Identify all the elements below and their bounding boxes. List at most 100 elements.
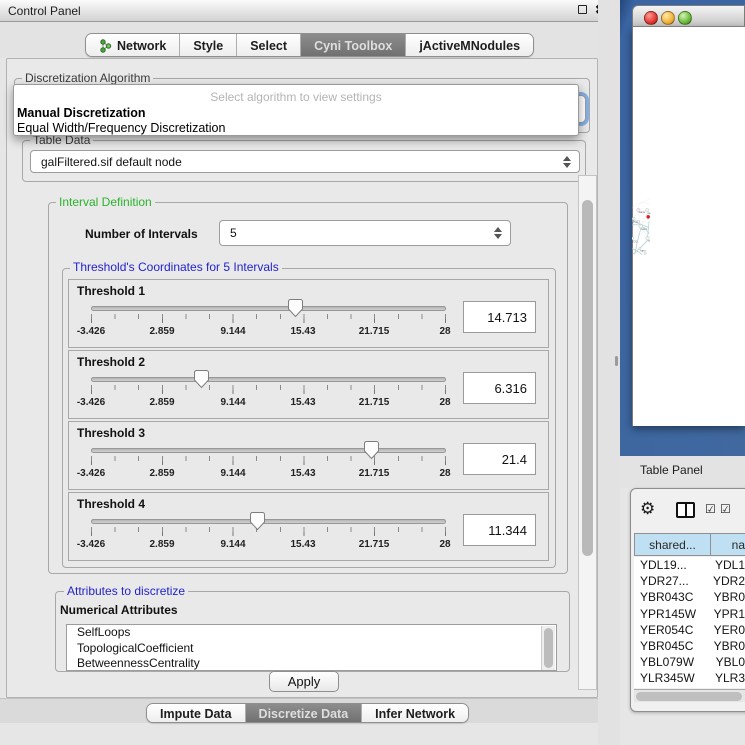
- control-panel-title: Control Panel: [8, 4, 81, 18]
- threshold-4-value-field[interactable]: 11.344: [463, 514, 536, 546]
- list-item[interactable]: TopologicalCoefficient: [67, 641, 556, 657]
- table-data-combobox[interactable]: galFiltered.sif default node: [30, 150, 580, 173]
- threshold-1-slider[interactable]: [91, 306, 446, 311]
- tab-select[interactable]: Select: [237, 34, 301, 57]
- threshold-3-label: Threshold 3: [77, 426, 145, 440]
- tick-label: 9.144: [220, 468, 245, 479]
- numerical-attributes-label: Numerical Attributes: [60, 603, 178, 617]
- table-row[interactable]: YBR045CYBR0: [634, 638, 745, 654]
- node-label-gal4: GAL4: [641, 228, 647, 231]
- threshold-4-slider[interactable]: [91, 519, 446, 524]
- tab-network-label: Network: [117, 39, 166, 53]
- tick-label: 21.715: [359, 468, 390, 479]
- number-of-intervals-value: 5: [220, 226, 490, 240]
- list-item[interactable]: BetweennessCentrality: [67, 656, 556, 671]
- threshold-2-value-field[interactable]: 6.316: [463, 372, 536, 404]
- threshold-4-label: Threshold 4: [77, 497, 145, 511]
- network-graph[interactable]: GAL80 GA C GAL11 GAL4 GCY1 H HAP2: [632, 27, 745, 426]
- divider-handle-icon[interactable]: [615, 356, 618, 366]
- tick-label: -3.426: [77, 539, 105, 550]
- threshold-3-thumb[interactable]: [363, 440, 380, 460]
- control-panel-titlebar: [0, 0, 620, 22]
- table-row[interactable]: YLR345WYLR3: [634, 670, 745, 686]
- tab-jactivemnodules-label: jActiveMNodules: [419, 39, 520, 53]
- node-gal11[interactable]: [632, 217, 635, 220]
- interval-definition-title: Interval Definition: [56, 196, 155, 208]
- float-window-icon[interactable]: [578, 5, 587, 14]
- node-gcy1[interactable]: [632, 237, 634, 240]
- tab-cyni-toolbox[interactable]: Cyni Toolbox: [301, 34, 406, 57]
- tick-label: 15.43: [290, 539, 315, 550]
- table-row[interactable]: YPR145WYPR1: [634, 606, 745, 622]
- threshold-2-slider[interactable]: [91, 377, 446, 382]
- tick-label: 21.715: [359, 539, 390, 550]
- table-row[interactable]: YDR27...YDR2: [634, 573, 745, 589]
- threshold-1-value-field[interactable]: 14.713: [463, 301, 536, 333]
- table-row[interactable]: YBL079WYBL0: [634, 654, 745, 670]
- node-gal80[interactable]: [637, 208, 640, 211]
- apply-button[interactable]: Apply: [269, 671, 339, 692]
- tab-discretize-data-label: Discretize Data: [259, 707, 349, 721]
- tick-label: -3.426: [77, 397, 105, 408]
- node-selected-red[interactable]: [647, 215, 650, 218]
- gear-icon[interactable]: ⚙: [640, 499, 655, 519]
- checkbox-icon[interactable]: ☑: [720, 502, 732, 516]
- option-equal-width-discretization[interactable]: Equal Width/Frequency Discretization: [17, 121, 225, 135]
- numerical-attributes-list[interactable]: SelfLoops TopologicalCoefficient Between…: [66, 624, 557, 671]
- table-row[interactable]: YIL052CYIL0: [634, 687, 745, 689]
- panel-divider[interactable]: [598, 0, 620, 745]
- column-header-name[interactable]: na: [710, 533, 745, 556]
- checkbox-icon[interactable]: ☑: [705, 502, 717, 516]
- slider-minor-ticks: [91, 456, 447, 461]
- scrollbar-thumb[interactable]: [636, 692, 742, 701]
- table-row[interactable]: YBR043CYBR0: [634, 589, 745, 605]
- node-right-mid[interactable]: [646, 237, 650, 241]
- node-top-right[interactable]: [645, 208, 648, 211]
- table-row[interactable]: YDL19...YDL1: [634, 557, 745, 573]
- tick-label: 2.859: [149, 468, 174, 479]
- threshold-1-box: Threshold 1 -3.426 2.859 9.144 15.43 21.…: [68, 279, 549, 348]
- node-label-gcy1: GCY1: [632, 241, 638, 243]
- threshold-3-value-field[interactable]: 21.4: [463, 443, 536, 475]
- tab-infer-network[interactable]: Infer Network: [362, 704, 468, 723]
- tab-style[interactable]: Style: [180, 34, 237, 57]
- control-panel-scrollbar[interactable]: [578, 175, 597, 690]
- tab-cyni-toolbox-label: Cyni Toolbox: [314, 39, 392, 53]
- threshold-1-thumb[interactable]: [287, 298, 304, 318]
- option-manual-discretization[interactable]: Manual Discretization: [17, 106, 146, 120]
- table-row[interactable]: YER054CYER0: [634, 622, 745, 638]
- column-header-shared[interactable]: shared...: [634, 533, 711, 556]
- tab-network[interactable]: Network: [86, 34, 180, 57]
- discretization-algorithm-title: Discretization Algorithm: [22, 72, 153, 84]
- table-rows[interactable]: YDL19...YDL1 YDR27...YDR2 YBR043CYBR0 YP…: [634, 557, 745, 688]
- threshold-4-box: Threshold 4 -3.426 2.859 9.144 15.43 21.…: [68, 492, 549, 561]
- node-hap2[interactable]: [639, 247, 641, 249]
- list-scrollbar[interactable]: [541, 626, 555, 671]
- list-item[interactable]: SelfLoops: [67, 625, 556, 641]
- node-label-partial-h: H: [648, 241, 650, 243]
- tick-label: 21.715: [359, 326, 390, 337]
- close-traffic-light-icon[interactable]: [644, 11, 658, 25]
- slider-minor-ticks: [91, 385, 447, 390]
- attributes-group-title: Attributes to discretize: [64, 585, 188, 597]
- tab-impute-data-label: Impute Data: [160, 707, 232, 721]
- tick-label: 28: [439, 326, 450, 337]
- app-window: Control Panel ✖ Network Style Select Cyn…: [0, 0, 745, 745]
- tab-infer-network-label: Infer Network: [375, 707, 455, 721]
- scrollbar-thumb[interactable]: [582, 200, 593, 556]
- threshold-4-thumb[interactable]: [249, 511, 266, 531]
- minimize-traffic-light-icon[interactable]: [661, 11, 675, 25]
- threshold-2-thumb[interactable]: [193, 369, 210, 389]
- tab-style-label: Style: [193, 39, 223, 53]
- tab-discretize-data[interactable]: Discretize Data: [246, 704, 363, 723]
- threshold-3-slider[interactable]: [91, 448, 446, 453]
- table-horizontal-scrollbar[interactable]: [634, 689, 745, 702]
- tab-impute-data[interactable]: Impute Data: [147, 704, 246, 723]
- number-of-intervals-combobox[interactable]: 5: [219, 220, 511, 246]
- columns-icon[interactable]: [676, 502, 695, 518]
- node-gal4[interactable]: [639, 224, 643, 228]
- tab-jactivemnodules[interactable]: jActiveMNodules: [406, 34, 533, 57]
- zoom-traffic-light-icon[interactable]: [678, 11, 692, 25]
- network-window-titlebar[interactable]: [632, 5, 745, 27]
- network-icon: [99, 39, 112, 53]
